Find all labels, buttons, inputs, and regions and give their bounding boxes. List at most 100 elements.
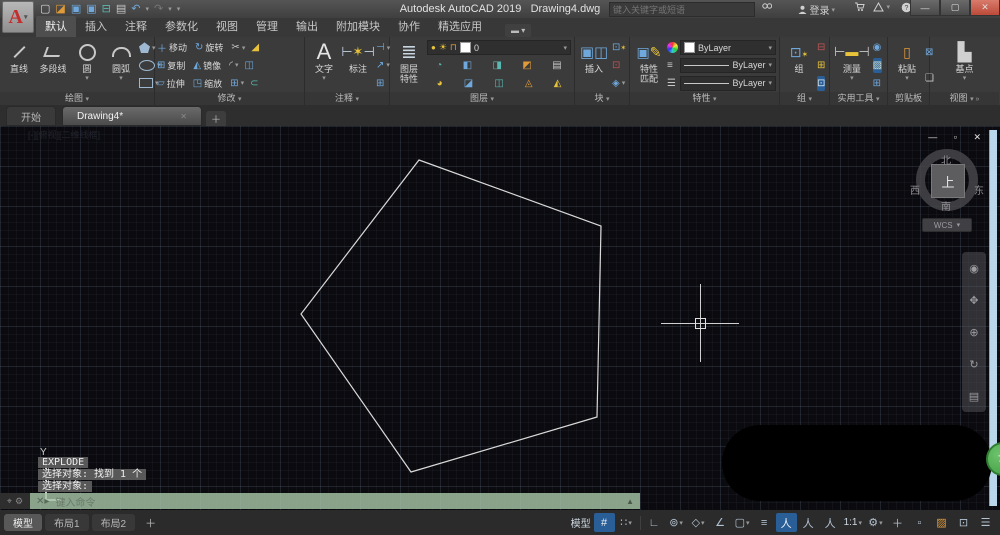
panel-label-groups[interactable]: 组 ▾	[780, 92, 829, 105]
ribbon-tab-home[interactable]: 默认	[36, 16, 76, 37]
app-store-cart-icon[interactable]	[854, 2, 865, 12]
trim-icon[interactable]: ✂	[231, 42, 239, 53]
circle-button[interactable]: 圆▾	[70, 39, 104, 92]
object-snap-toggle[interactable]: ▢▾	[732, 513, 753, 532]
redo-dropdown-icon[interactable]: ▾	[168, 5, 172, 13]
annotation-monitor-toggle[interactable]: ＋	[887, 513, 908, 532]
rotate-button[interactable]: 旋转	[205, 41, 223, 54]
ortho-toggle[interactable]: ∟	[644, 513, 665, 532]
wcs-dropdown[interactable]: WCS▾	[922, 218, 972, 232]
linetype-list-icon[interactable]: ☰	[667, 76, 678, 91]
pan-icon[interactable]: ✥	[969, 294, 978, 307]
object-color-dropdown[interactable]: ByLayer▾	[680, 40, 776, 55]
text-button[interactable]: A 文字▾	[307, 39, 341, 92]
paste-button[interactable]: ▯ 粘贴▾	[890, 39, 924, 92]
new-file-icon[interactable]: ▢	[40, 2, 50, 16]
layer-unlock2-icon[interactable]: ◬	[525, 78, 533, 89]
layer-plot-icon[interactable]: ▤	[552, 60, 561, 71]
table-button[interactable]: ⊞	[376, 76, 390, 91]
layer-dropdown[interactable]: ● ☀ ⊓ 0 ▾	[427, 40, 571, 55]
ribbon-tab-annotate[interactable]: 注释	[116, 16, 156, 37]
qat-customize-icon[interactable]: ▾	[177, 5, 181, 13]
autodesk-app-icon[interactable]: ▾	[873, 2, 890, 12]
match-properties-button[interactable]: ▣✎ 特性匹配	[632, 39, 666, 92]
fillet-icon[interactable]: ◜	[229, 60, 233, 71]
group-button[interactable]: ⊡✶ 组	[782, 39, 816, 92]
layout1-tab[interactable]: 布局1	[45, 514, 89, 531]
panel-label-draw[interactable]: 绘图 ▾	[0, 92, 154, 105]
layout2-tab[interactable]: 布局2	[92, 514, 136, 531]
showmotion-icon[interactable]: ▤	[969, 390, 979, 403]
command-recent-icon[interactable]: ✕▸	[36, 496, 49, 507]
command-line-tools[interactable]: ⌖ ⚙	[0, 493, 30, 509]
save-as-icon[interactable]: ▣	[86, 2, 96, 16]
ribbon-tab-insert[interactable]: 插入	[76, 16, 116, 37]
ribbon-tab-featured[interactable]: 精选应用	[429, 16, 491, 37]
stretch-button[interactable]: 拉伸	[167, 77, 185, 90]
redo-icon[interactable]: ↷	[154, 2, 163, 16]
minimize-button[interactable]: —	[910, 0, 940, 16]
command-expand-icon[interactable]: ▲	[626, 497, 634, 506]
id-point-button[interactable]: ◉	[873, 40, 882, 55]
application-menu-button[interactable]: A▾	[2, 1, 34, 33]
snap-toggle[interactable]: ∷▾	[616, 513, 637, 532]
grid-toggle[interactable]: #	[594, 513, 615, 532]
model-space-toggle[interactable]: 模型	[569, 513, 593, 532]
panel-label-utilities[interactable]: 实用工具 ▾	[830, 92, 887, 105]
insert-block-button[interactable]: ▣◫ 插入	[577, 39, 611, 92]
search-icon[interactable]	[762, 2, 772, 12]
measure-button[interactable]: ⊢▬⊣ 测量▾	[832, 39, 872, 92]
block-edit-button[interactable]: ⊡✶	[612, 40, 626, 55]
clean-screen-toggle[interactable]: ⊡	[953, 513, 974, 532]
command-line-bar[interactable]: ⌖ ⚙ ✕▸ 键入命令 ▲	[0, 493, 640, 509]
plot-icon[interactable]: ▤	[116, 2, 126, 16]
file-tab-drawing4[interactable]: Drawing4*✕	[62, 106, 202, 126]
layer-freeze-icon[interactable]: ◨	[493, 60, 502, 71]
explode-icon[interactable]: ⊂	[250, 78, 258, 89]
viewcube-top-face[interactable]: 上	[931, 164, 965, 198]
open-folder-icon[interactable]: ◪	[55, 2, 65, 16]
new-drawing-tab-button[interactable]: ＋	[206, 111, 226, 126]
lineweight-toggle[interactable]: ≡	[754, 513, 775, 532]
zoom-icon[interactable]: ⊕	[969, 326, 978, 339]
transfer-icon[interactable]: ⊟	[102, 2, 111, 16]
panel-label-block[interactable]: 块 ▾	[575, 92, 629, 105]
layer-match-icon[interactable]: ◪	[464, 78, 473, 89]
array-icon[interactable]: ⊞	[230, 78, 238, 89]
mirror-button[interactable]: 镜像	[203, 59, 221, 72]
close-button[interactable]: ✕	[970, 0, 1000, 16]
viewcube-south-label[interactable]: 南	[941, 198, 951, 213]
viewcube-east-label[interactable]: 东	[974, 182, 984, 197]
ribbon-tab-output[interactable]: 输出	[287, 16, 327, 37]
quick-properties-toggle[interactable]: ▫	[909, 513, 930, 532]
panel-label-annotate[interactable]: 注释 ▾	[305, 92, 389, 105]
orbit-icon[interactable]: ↻	[969, 358, 978, 371]
panel-label-layers[interactable]: 图层 ▾	[390, 92, 574, 105]
layer-walk-icon[interactable]: ◕	[437, 78, 443, 89]
ungroup-button[interactable]: ⊟	[817, 40, 825, 55]
layer-prev-icon[interactable]: ◫	[494, 78, 503, 89]
maximize-button[interactable]: ▢	[940, 0, 970, 16]
navigation-bar[interactable]: ◉ ✥ ⊕ ↻ ▤	[962, 252, 986, 412]
annotation-sync-toggle[interactable]: 人	[820, 513, 841, 532]
color-wheel-icon[interactable]	[667, 42, 678, 53]
copy-button[interactable]: 复制	[167, 59, 185, 72]
layer-lock-icon[interactable]: ◩	[522, 60, 531, 71]
file-tab-close-icon[interactable]: ✕	[180, 112, 187, 121]
ribbon-tab-view[interactable]: 视图	[207, 16, 247, 37]
quick-calc-button[interactable]: ⊞	[873, 76, 882, 91]
isodraft-toggle[interactable]: ◇▾	[688, 513, 709, 532]
ribbon-collapse-icon[interactable]: ▬ ▾	[505, 24, 531, 37]
dimension-button[interactable]: ⊢✶⊣ 标注	[341, 39, 375, 92]
customize-menu-icon[interactable]: ☰	[975, 513, 996, 532]
annotation-visibility-toggle[interactable]: 人	[776, 513, 797, 532]
polyline-button[interactable]: 多段线	[36, 39, 70, 92]
viewcube-north-label[interactable]: 北	[941, 152, 951, 167]
viewcube-west-label[interactable]: 西	[910, 182, 920, 197]
dim-style-button[interactable]: ⊣▾	[376, 40, 390, 55]
panel-label-modify[interactable]: 修改 ▾	[155, 92, 304, 105]
nav-wheel-icon[interactable]: ◉	[969, 262, 979, 275]
model-tab[interactable]: 模型	[4, 514, 42, 531]
layer-off-icon[interactable]: ◔	[436, 60, 442, 71]
command-customize-icon[interactable]: ⚙	[15, 496, 23, 507]
